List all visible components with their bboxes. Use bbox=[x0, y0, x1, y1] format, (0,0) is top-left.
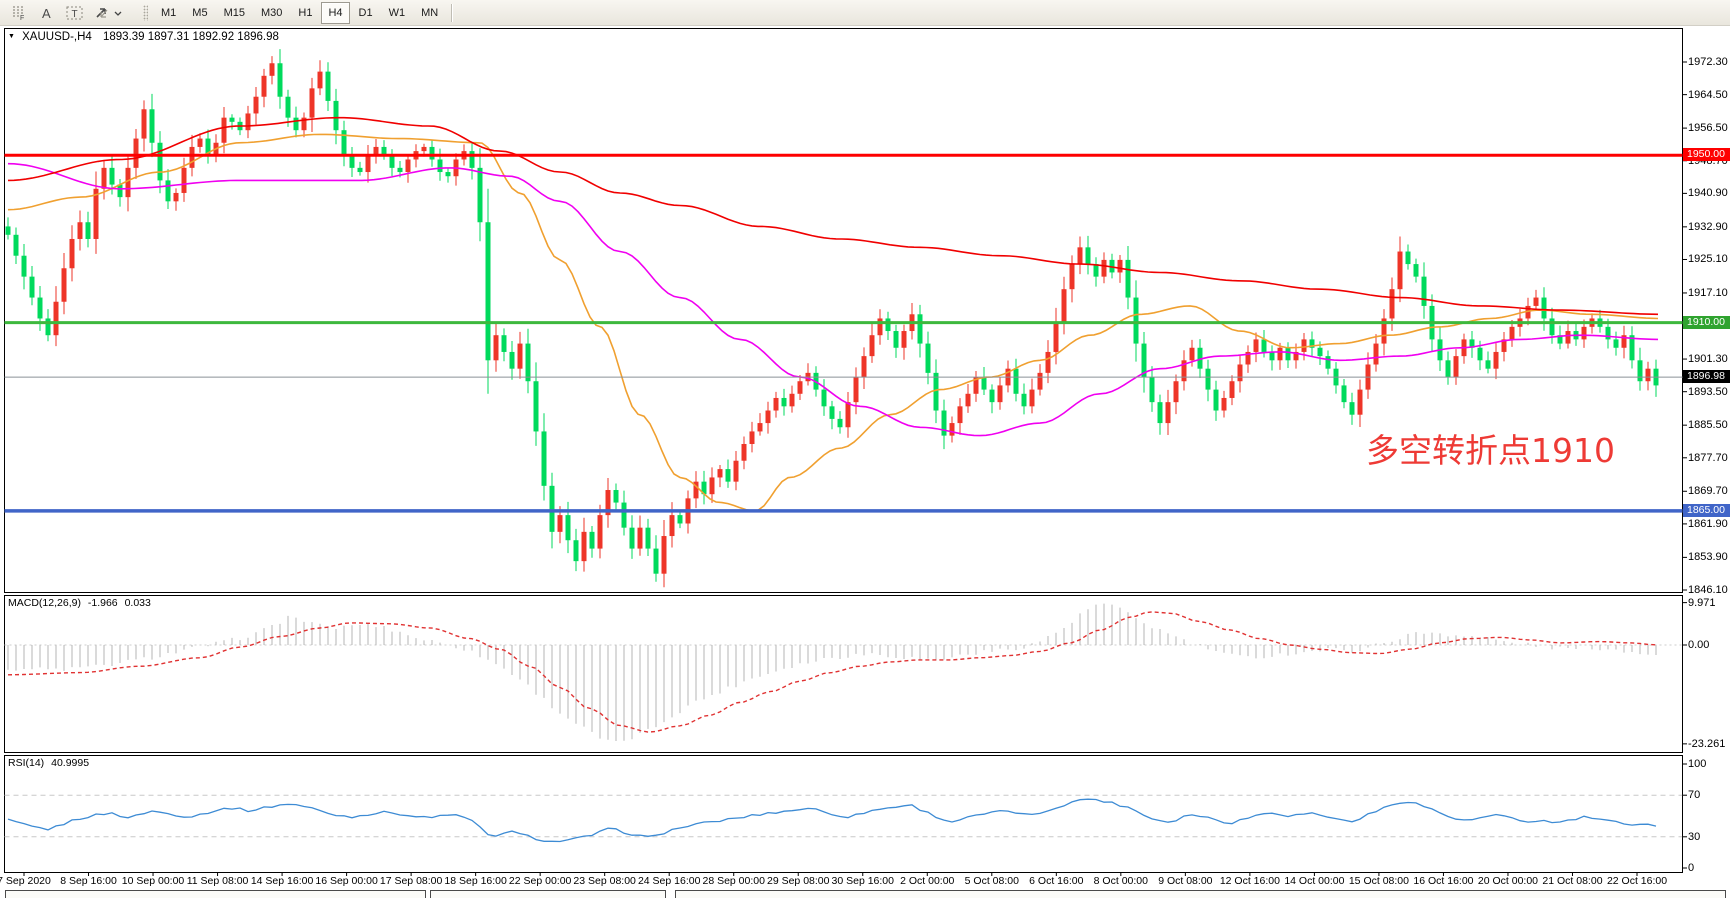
price-tick-label: 1846.10 bbox=[1688, 584, 1728, 596]
timeframe-m30[interactable]: M30 bbox=[254, 2, 289, 24]
date-tick-label: 7 Sep 2020 bbox=[0, 875, 51, 887]
chart-tab[interactable] bbox=[676, 891, 1726, 898]
date-tick-label: 17 Sep 08:00 bbox=[380, 875, 442, 887]
price-tick-label: 1964.50 bbox=[1688, 89, 1728, 101]
date-tick-label: 8 Oct 00:00 bbox=[1094, 875, 1148, 887]
date-tick-label: 24 Sep 16:00 bbox=[638, 875, 700, 887]
arrow-objects-icon[interactable] bbox=[91, 3, 125, 23]
price-tick-label: 1917.10 bbox=[1688, 287, 1728, 299]
timeframe-d1[interactable]: D1 bbox=[352, 2, 380, 24]
date-tick-label: 10 Sep 00:00 bbox=[122, 875, 184, 887]
chart-tab[interactable] bbox=[6, 891, 426, 898]
rsi-tick-label: 30 bbox=[1688, 831, 1700, 843]
price-tick-label: 1853.90 bbox=[1688, 551, 1728, 563]
date-tick-label: 11 Sep 08:00 bbox=[187, 875, 249, 887]
date-tick-label: 21 Oct 08:00 bbox=[1542, 875, 1602, 887]
date-tick-label: 14 Oct 00:00 bbox=[1284, 875, 1344, 887]
mt4-window: { "toolbar": { "tools": [ {"name": "patt… bbox=[0, 0, 1730, 898]
price-tick-label: 1925.10 bbox=[1688, 253, 1728, 265]
current-price-badge: 1896.98 bbox=[1683, 370, 1730, 383]
macd-tick-label: 9.971 bbox=[1688, 597, 1716, 609]
date-tick-label: 16 Sep 00:00 bbox=[315, 875, 377, 887]
price-tick-label: 1885.50 bbox=[1688, 419, 1728, 431]
date-tick-label: 5 Oct 08:00 bbox=[965, 875, 1019, 887]
timeframe-w1[interactable]: W1 bbox=[382, 2, 413, 24]
date-tick-label: 8 Sep 16:00 bbox=[60, 875, 117, 887]
date-tick-label: 14 Sep 16:00 bbox=[251, 875, 313, 887]
pivot-level-badge: 1910.00 bbox=[1683, 316, 1730, 329]
svg-text:A: A bbox=[42, 6, 51, 21]
date-tick-label: 29 Sep 08:00 bbox=[767, 875, 829, 887]
macd-signal-value: 0.033 bbox=[125, 597, 151, 609]
date-tick-label: 2 Oct 00:00 bbox=[900, 875, 954, 887]
timeframe-h4[interactable]: H4 bbox=[321, 2, 349, 24]
macd-name: MACD(12,26,9) bbox=[8, 597, 81, 609]
timeframe-m5[interactable]: M5 bbox=[185, 2, 214, 24]
text-label-icon[interactable]: A bbox=[35, 3, 59, 23]
price-tick-label: 1861.90 bbox=[1688, 518, 1728, 530]
macd-tick-label: -23.261 bbox=[1688, 738, 1725, 750]
date-tick-label: 20 Oct 00:00 bbox=[1478, 875, 1538, 887]
price-tick-label: 1869.70 bbox=[1688, 485, 1728, 497]
date-tick-label: 23 Sep 08:00 bbox=[573, 875, 635, 887]
date-tick-label: 22 Sep 00:00 bbox=[509, 875, 571, 887]
text-box-icon[interactable]: T bbox=[63, 3, 87, 23]
date-tick-label: 18 Sep 16:00 bbox=[444, 875, 506, 887]
rsi-tick-label: 70 bbox=[1688, 789, 1700, 801]
toolbar-separator bbox=[451, 4, 453, 22]
rsi-indicator-label: RSI(14) 40.9995 bbox=[8, 757, 89, 769]
price-annotation-text: 多空转折点1910 bbox=[1366, 433, 1615, 469]
date-tick-label: 30 Sep 16:00 bbox=[832, 875, 894, 887]
rsi-tick-label: 0 bbox=[1688, 862, 1694, 874]
top-toolbar: F A T M1 M5 M15 M30 H1 H4 D1 W1 MN bbox=[0, 0, 1730, 26]
svg-text:T: T bbox=[72, 9, 78, 20]
symbol-dropdown-icon[interactable]: ▼ bbox=[8, 33, 15, 40]
support-level-badge: 1865.00 bbox=[1683, 504, 1730, 517]
date-tick-label: 28 Sep 00:00 bbox=[702, 875, 764, 887]
date-tick-label: 16 Oct 16:00 bbox=[1413, 875, 1473, 887]
resistance-level-badge: 1950.00 bbox=[1683, 148, 1730, 161]
price-tick-label: 1940.90 bbox=[1688, 187, 1728, 199]
macd-tick-label: 0.00 bbox=[1688, 639, 1709, 651]
date-tick-label: 12 Oct 16:00 bbox=[1220, 875, 1280, 887]
timeframe-mn[interactable]: MN bbox=[414, 2, 445, 24]
price-tick-label: 1901.30 bbox=[1688, 353, 1728, 365]
price-tick-label: 1956.50 bbox=[1688, 122, 1728, 134]
chart-ohlc-title: ▼ XAUUSD-,H4 1893.39 1897.31 1892.92 189… bbox=[8, 31, 279, 43]
timeframe-m1[interactable]: M1 bbox=[154, 2, 183, 24]
toolbar-grip bbox=[143, 5, 148, 21]
svg-text:F: F bbox=[20, 15, 24, 21]
timeframe-m15[interactable]: M15 bbox=[217, 2, 252, 24]
ohlc-values: 1893.39 1897.31 1892.92 1896.98 bbox=[103, 31, 279, 43]
macd-main-value: -1.966 bbox=[88, 597, 118, 609]
timeframe-h1[interactable]: H1 bbox=[291, 2, 319, 24]
price-tick-label: 1972.30 bbox=[1688, 56, 1728, 68]
pattern-lines-icon[interactable]: F bbox=[7, 3, 31, 23]
price-tick-label: 1893.50 bbox=[1688, 386, 1728, 398]
symbol-timeframe-label: XAUUSD-,H4 bbox=[22, 31, 92, 43]
price-tick-label: 1877.70 bbox=[1688, 452, 1728, 464]
date-tick-label: 15 Oct 08:00 bbox=[1349, 875, 1409, 887]
date-tick-label: 6 Oct 16:00 bbox=[1029, 875, 1083, 887]
date-tick-label: 9 Oct 08:00 bbox=[1158, 875, 1212, 887]
price-tick-label: 1932.90 bbox=[1688, 221, 1728, 233]
rsi-tick-label: 100 bbox=[1688, 758, 1706, 770]
macd-indicator-label: MACD(12,26,9) -1.966 0.033 bbox=[8, 597, 151, 609]
rsi-value: 40.9995 bbox=[51, 757, 89, 769]
chart-tab[interactable] bbox=[431, 891, 666, 898]
date-tick-label: 22 Oct 16:00 bbox=[1607, 875, 1667, 887]
rsi-name: RSI(14) bbox=[8, 757, 44, 769]
